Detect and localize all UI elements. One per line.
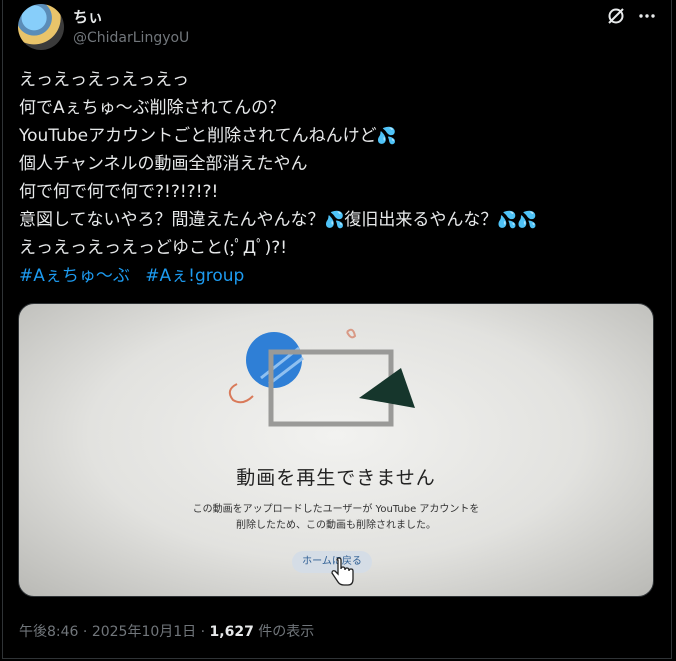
hashtag-link[interactable]: #Aぇ!group	[145, 266, 244, 286]
separator: ·	[78, 624, 92, 640]
tweet-line-text: 復旧出来るやんな？	[344, 210, 498, 230]
tweet-line: 何で何で何で何で?!?!?!?!	[19, 182, 219, 202]
tweet-line: えっえっえっえっどゆこと(;ﾟДﾟ)?!	[19, 238, 288, 258]
hashtag-row: #Aぇちゅ〜ぶ #Aぇ!group	[19, 262, 254, 290]
sweat-drops-emoji: 💦	[324, 210, 345, 229]
views-label: 件の表示	[253, 624, 315, 640]
tweet-text: えっえっえっえっえっ 何でAぇちゅ〜ぶ削除されてんの？ YouTubeアカウント…	[19, 66, 659, 262]
media-message-line: 削除したため、この動画も削除されました。	[236, 520, 436, 531]
views-count: 1,627	[209, 624, 254, 640]
media-title: 動画を再生できません	[236, 467, 436, 489]
tweet-line: YouTubeアカウントごと削除されてんねんけど💦	[19, 122, 659, 150]
separator: ·	[196, 624, 210, 640]
hashtag-link[interactable]: #Aぇちゅ〜ぶ	[19, 266, 130, 286]
more-icon[interactable]	[637, 6, 657, 26]
video-unavailable-illustration	[228, 328, 415, 427]
hand-cursor	[331, 557, 354, 586]
tweet-line: 意図してないやろ？間違えたんやんな？💦復旧出来るやんな？💦💦	[19, 206, 659, 234]
tweet-line-text: YouTubeアカウントごと削除されてんねんけど	[19, 126, 377, 146]
tweet-metadata: 午後8:46 · 2025年10月1日 · 1,627 件の表示	[19, 621, 314, 641]
tweet-time[interactable]: 午後8:46	[19, 624, 78, 640]
tweet-line: 何でAぇちゅ〜ぶ削除されてんの？	[19, 98, 286, 118]
avatar[interactable]	[18, 4, 64, 50]
author-handle[interactable]: @ChidarLingyoU	[73, 30, 189, 46]
sweat-drops-emoji: 💦💦	[497, 210, 538, 229]
media-image[interactable]: 動画を再生できません この動画をアップロードしたユーザーが YouTube アカ…	[18, 303, 654, 597]
media-message-line: この動画をアップロードしたユーザーが YouTube アカウントを	[192, 504, 480, 515]
media-message: この動画をアップロードしたユーザーが YouTube アカウントを 削除したため…	[19, 502, 653, 534]
tweet-line: えっえっえっえっえっ	[19, 70, 189, 90]
grok-icon[interactable]	[605, 5, 627, 27]
tweet-line-text: 意図してないやろ？間違えたんやんな？	[19, 210, 325, 230]
sweat-drops-emoji: 💦	[376, 126, 397, 145]
tweet-line: 個人チャンネルの動画全部消えたやん	[19, 154, 308, 174]
tweet-date[interactable]: 2025年10月1日	[92, 624, 196, 640]
author-display-name[interactable]: ちぃ	[73, 6, 103, 27]
